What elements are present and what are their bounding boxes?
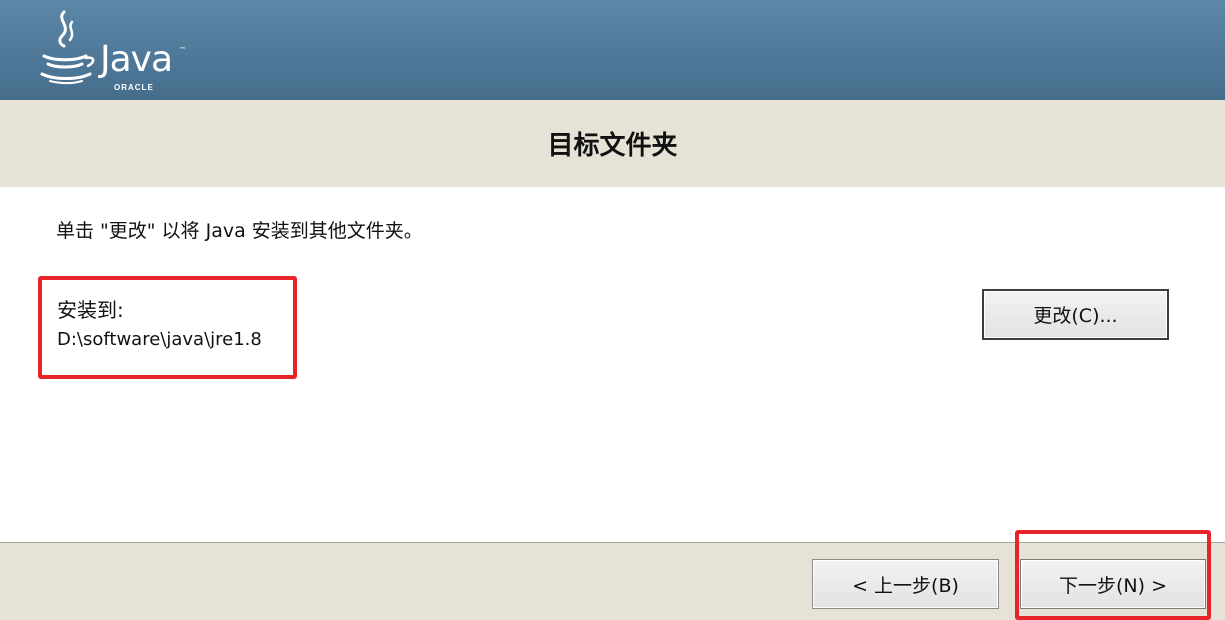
next-button-highlight [1015,530,1211,620]
header-banner: Java ™ ORACLE [0,0,1225,100]
trademark-symbol: ™ [179,46,186,54]
instruction-text: 单击 "更改" 以将 Java 安装到其他文件夹。 [56,220,423,242]
change-folder-button[interactable]: 更改(C)... [982,289,1169,340]
page-title: 目标文件夹 [547,131,678,161]
oracle-wordmark: ORACLE [114,83,154,92]
back-button[interactable]: < 上一步(B) [812,559,999,609]
java-wordmark: Java [100,39,173,80]
install-path-highlight [38,276,297,379]
java-installer-window: Java ™ ORACLE 目标文件夹 单击 "更改" 以将 Java 安装到其… [0,0,1225,620]
title-strip: 目标文件夹 [0,100,1225,187]
java-logo: Java ™ ORACLE [34,6,194,96]
java-cup-icon [40,10,95,85]
